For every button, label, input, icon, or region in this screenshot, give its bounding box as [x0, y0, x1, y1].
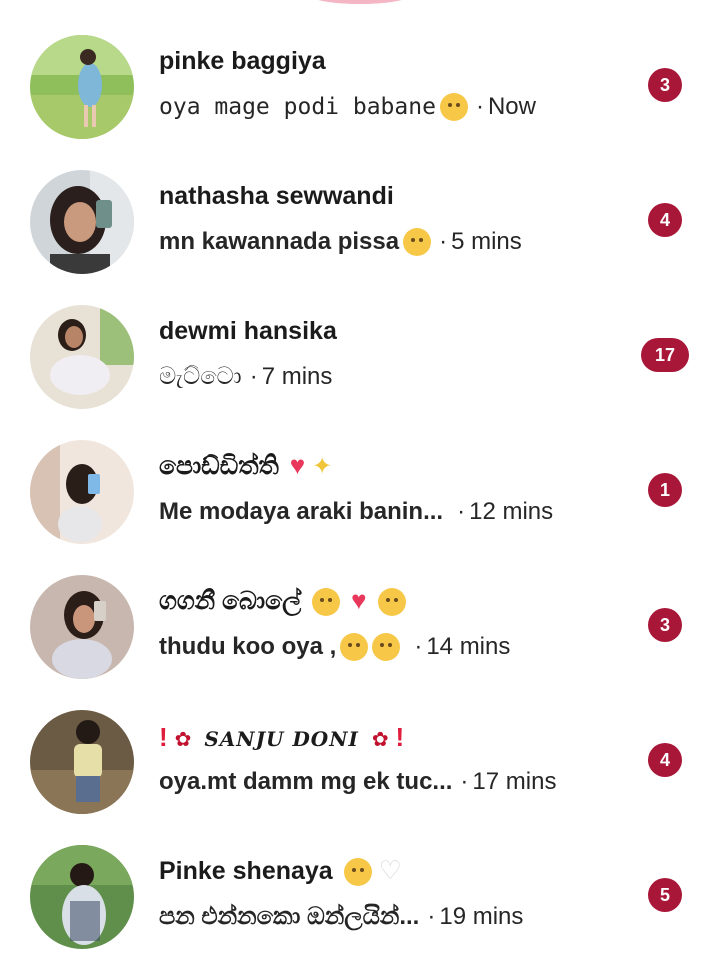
avatar[interactable]	[30, 170, 134, 274]
message-preview: thudu koo oya , · 14 mins	[159, 633, 510, 661]
timestamp: 17 mins	[472, 768, 557, 795]
unread-count-badge: 5	[648, 878, 682, 912]
contact-name: පොඩ්ඩිත්ති ♥ ✦	[159, 452, 332, 481]
rose-icon: ✿	[371, 729, 389, 751]
separator-dot: ·	[249, 363, 258, 390]
avatar[interactable]	[30, 710, 134, 814]
pink-heart-icon: ♥	[351, 585, 367, 615]
hand-over-mouth-face-icon	[377, 588, 406, 617]
avatar[interactable]	[30, 845, 134, 949]
message-preview: Me modaya araki banin... · 12 mins	[159, 498, 553, 526]
separator-dot: ·	[475, 93, 484, 120]
message-text: mn kawannada pissa	[159, 228, 400, 255]
contact-name: ! ✿ SANJU DONI ✿ !	[159, 722, 404, 753]
conversation-row[interactable]: Pinke shenaya ♡ පන එන්නකො ඔන්ලයින්... · …	[0, 845, 720, 980]
unread-count-badge: 3	[648, 68, 682, 102]
avatar[interactable]	[30, 440, 134, 544]
timestamp: 19 mins	[439, 903, 524, 930]
sparkles-icon: ✦	[312, 453, 333, 480]
timestamp: Now	[487, 93, 536, 120]
previous-avatar-edge	[310, 0, 410, 4]
avatar[interactable]	[30, 305, 134, 409]
red-heart-icon: ♥	[289, 450, 306, 480]
contact-name-text: ගගනී බොලේ	[159, 587, 302, 615]
avatar[interactable]	[30, 575, 134, 679]
separator-dot: ·	[457, 498, 466, 525]
exclamation-icon: !	[159, 722, 168, 752]
contact-name-text: Pinke shenaya	[159, 857, 333, 885]
kissing-face-icon	[439, 93, 468, 121]
conversation-row[interactable]: ගගනී බොලේ ♥ thudu koo oya , · 14 mins 3	[0, 575, 720, 710]
conversation-row[interactable]: dewmi hansika මැට්ටො · 7 mins 17	[0, 305, 720, 440]
contact-name: Pinke shenaya ♡	[159, 855, 402, 887]
contact-name: dewmi hansika	[159, 317, 337, 345]
smiling-face-icon	[372, 633, 401, 661]
rose-icon: ✿	[174, 729, 192, 751]
hand-over-mouth-face-icon	[403, 228, 432, 256]
separator-dot: ·	[460, 768, 469, 795]
timestamp: 14 mins	[426, 633, 511, 660]
contact-name: ගගනී බොලේ ♥	[159, 585, 406, 617]
message-text: Me modaya araki banin...	[159, 498, 444, 525]
message-preview: oya.mt damm mg ek tuc... · 17 mins	[159, 768, 556, 796]
conversation-row[interactable]: pinke baggiya oya mage podi babane · Now…	[0, 35, 720, 170]
message-text: oya.mt damm mg ek tuc...	[159, 768, 453, 795]
timestamp: 7 mins	[261, 363, 333, 390]
message-text: පන එන්නකො ඔන්ලයින්...	[159, 903, 420, 930]
contact-name-text: SANJU DONI	[204, 727, 359, 751]
contact-name-text: පොඩ්ඩිත්ති	[159, 452, 279, 480]
message-text: thudu koo oya ,	[159, 633, 337, 660]
message-preview: oya mage podi babane · Now	[159, 93, 536, 121]
contact-name: nathasha sewwandi	[159, 182, 394, 210]
avatar[interactable]	[30, 35, 134, 139]
white-heart-icon: ♡	[378, 855, 402, 885]
unread-count-badge: 4	[648, 743, 682, 777]
unread-count-badge: 17	[641, 338, 689, 372]
pleading-face-icon	[340, 633, 369, 661]
message-preview: මැට්ටො · 7 mins	[159, 363, 332, 391]
kissing-face-icon	[312, 588, 341, 617]
smiling-face-icon	[343, 858, 372, 887]
conversation-row[interactable]: පොඩ්ඩිත්ති ♥ ✦ Me modaya araki banin... …	[0, 440, 720, 575]
separator-dot: ·	[427, 903, 436, 930]
separator-dot: ·	[439, 228, 448, 255]
unread-count-badge: 4	[648, 203, 682, 237]
exclamation-icon: !	[395, 722, 405, 752]
unread-count-badge: 3	[648, 608, 682, 642]
conversation-row[interactable]: ! ✿ SANJU DONI ✿ ! oya.mt damm mg ek tuc…	[0, 710, 720, 845]
message-preview: පන එන්නකො ඔන්ලයින්... · 19 mins	[159, 903, 523, 931]
message-text: මැට්ටො	[159, 363, 242, 390]
separator-dot: ·	[414, 633, 423, 660]
contact-name: pinke baggiya	[159, 47, 326, 75]
timestamp: 5 mins	[451, 228, 522, 255]
unread-count-badge: 1	[648, 473, 682, 507]
message-text: oya mage podi babane	[159, 94, 436, 120]
timestamp: 12 mins	[469, 498, 554, 525]
conversation-row[interactable]: nathasha sewwandi mn kawannada pissa · 5…	[0, 170, 720, 305]
message-preview: mn kawannada pissa · 5 mins	[159, 228, 522, 256]
